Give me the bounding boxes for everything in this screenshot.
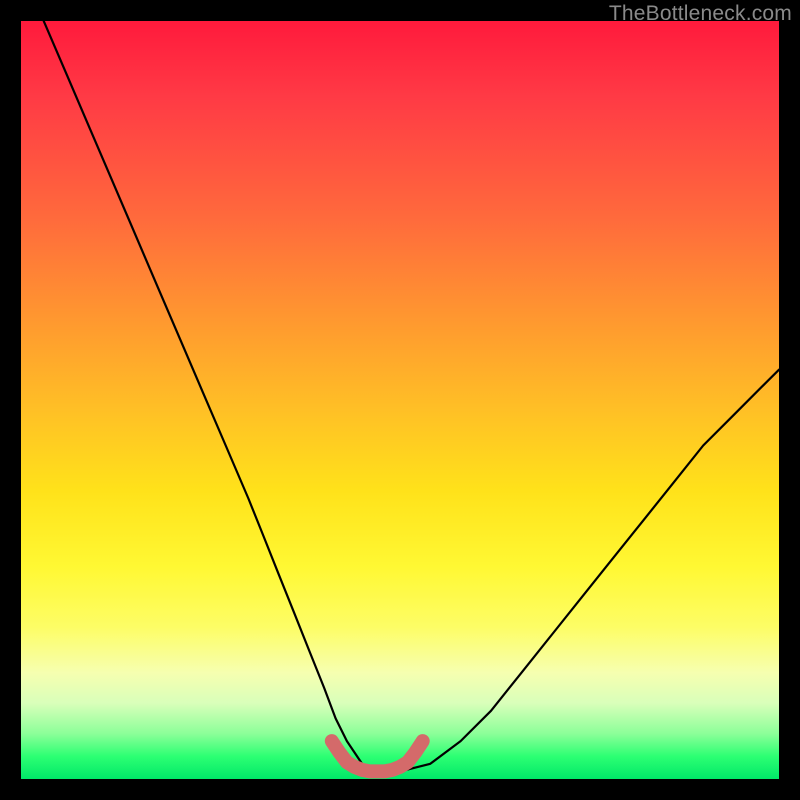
chart-stage: TheBottleneck.com bbox=[0, 0, 800, 800]
optimal-floor-marker bbox=[21, 21, 779, 779]
plot-area bbox=[21, 21, 779, 779]
